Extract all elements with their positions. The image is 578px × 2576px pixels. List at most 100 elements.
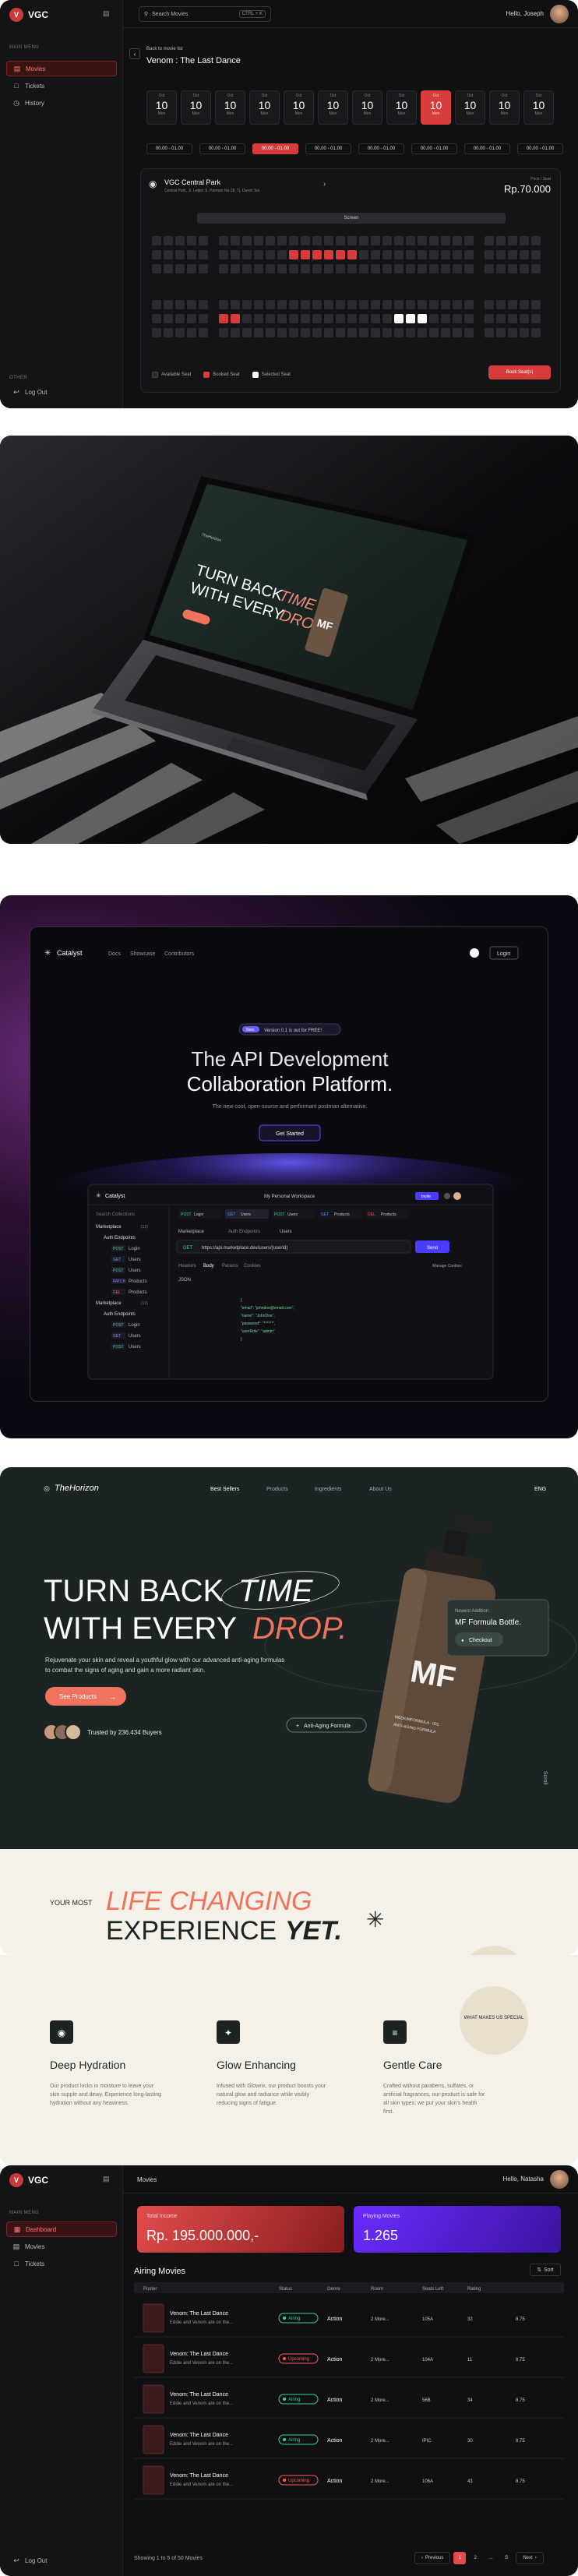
genre-more[interactable]: 2 More... [371,2479,389,2484]
seat-available[interactable] [382,250,392,259]
seat-available[interactable] [531,314,541,323]
seat-available[interactable] [175,314,185,323]
sidebar-item-movies[interactable]: ▤ Movies [6,61,117,76]
avatar[interactable] [550,5,569,23]
request-tab[interactable]: POST Login [178,1209,222,1219]
seat-available[interactable] [359,328,368,337]
seat-available[interactable] [406,250,415,259]
genre-more[interactable]: 2 More... [371,2358,389,2363]
seat-available[interactable] [496,300,506,309]
seat-available[interactable] [312,300,322,309]
request-tab[interactable]: POST Users [272,1209,315,1219]
seat-available[interactable] [429,250,439,259]
showtime-option[interactable]: 00.00 - 01.00 [146,143,192,154]
seat-available[interactable] [277,300,287,309]
workspace-select[interactable]: My Personal Workspace [264,1194,315,1199]
seat-available[interactable] [187,314,196,323]
seat-available[interactable] [520,264,529,273]
seat-available[interactable] [242,328,252,337]
seat-available[interactable] [520,236,529,245]
seat-available[interactable] [231,264,240,273]
seat-available[interactable] [254,264,263,273]
seat-available[interactable] [347,236,357,245]
seat-available[interactable] [312,314,322,323]
brand[interactable]: Catalyst [57,949,83,957]
tree-item[interactable]: Auth Endpoints [104,1236,136,1240]
seat-available[interactable] [429,314,439,323]
seat-available[interactable] [164,264,173,273]
seat-available[interactable] [496,264,506,273]
seat-available[interactable] [485,328,494,337]
seat-available[interactable] [394,250,404,259]
seat-available[interactable] [175,300,185,309]
seat-available[interactable] [371,264,380,273]
seat-available[interactable] [441,250,450,259]
seat-available[interactable] [453,250,462,259]
tab-headers[interactable]: Headers [178,1264,196,1269]
seat-available[interactable] [520,250,529,259]
seat-available[interactable] [312,328,322,337]
seat-available[interactable] [418,264,427,273]
showtime-option[interactable]: 00.00 - 01.00 [199,143,245,154]
seat-available[interactable] [289,236,298,245]
genre-more[interactable]: 2 More... [371,2317,389,2322]
date-option[interactable]: Oct 10 Mon [386,90,417,125]
seat-available[interactable] [231,300,240,309]
seat-available[interactable] [441,328,450,337]
seat-available[interactable] [382,300,392,309]
avatar[interactable] [550,2170,569,2189]
seat-available[interactable] [289,300,298,309]
seat-available[interactable] [464,328,474,337]
seat-available[interactable] [336,328,345,337]
seat-available[interactable] [187,300,196,309]
seat-available[interactable] [371,314,380,323]
showtime-option[interactable]: 00.00 - 01.00 [411,143,457,154]
chevron-right-icon[interactable]: › [323,180,326,189]
date-option[interactable]: Oct 10 Mon [318,90,348,125]
seat-available[interactable] [254,328,263,337]
seat-booked[interactable] [347,250,357,259]
seat-available[interactable] [371,300,380,309]
seat-available[interactable] [406,236,415,245]
tree-item[interactable]: Auth Endpoints [104,1312,136,1317]
seat-available[interactable] [152,250,161,259]
seat-available[interactable] [508,264,517,273]
nav-docs[interactable]: Docs [108,951,121,957]
seat-available[interactable] [324,328,333,337]
tree-item[interactable]: PATCH Products [111,1278,147,1284]
page-button[interactable]: 2 [469,2552,481,2564]
seat-available[interactable] [175,250,185,259]
seat-available[interactable] [531,264,541,273]
seat-available[interactable] [347,300,357,309]
showtime-option[interactable]: 00.00 - 01.00 [464,143,510,154]
seat-available[interactable] [242,236,252,245]
seat-available[interactable] [219,264,228,273]
logout-button[interactable]: ↩ Log Out [6,2553,117,2567]
date-option[interactable]: Oct 10 Mon [215,90,245,125]
seat-available[interactable] [508,328,517,337]
seat-available[interactable] [187,328,196,337]
seat-available[interactable] [371,250,380,259]
seat-available[interactable] [231,328,240,337]
seat-available[interactable] [199,300,208,309]
seat-available[interactable] [508,300,517,309]
seat-available[interactable] [496,328,506,337]
seat-available[interactable] [152,264,161,273]
seat-available[interactable] [464,314,474,323]
genre-more[interactable]: 2 More... [371,2439,389,2444]
seat-available[interactable] [266,250,275,259]
seat-available[interactable] [199,314,208,323]
tab-cookies[interactable]: Cookies [244,1264,261,1269]
seat-available[interactable] [418,300,427,309]
seat-available[interactable] [254,250,263,259]
seat-available[interactable] [359,300,368,309]
tree-item[interactable]: DEL Products [111,1289,147,1295]
seat-available[interactable] [199,250,208,259]
seat-booked[interactable] [336,250,345,259]
genre-more[interactable]: 2 More... [371,2398,389,2403]
nav-showcase[interactable]: Showcase [130,951,155,957]
seat-available[interactable] [219,250,228,259]
method-select[interactable]: GET [183,1246,193,1251]
request-tab[interactable]: DEL Products [365,1209,409,1219]
seat-available[interactable] [266,328,275,337]
